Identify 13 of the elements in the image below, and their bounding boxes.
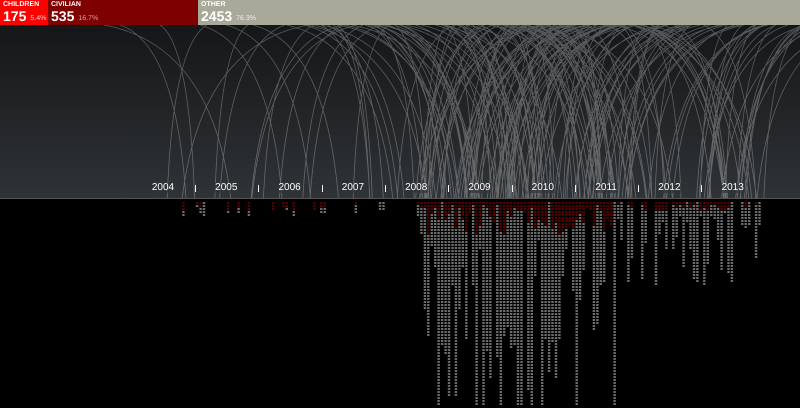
total-count: 535 — [51, 9, 74, 23]
year-label: 2012 — [657, 183, 682, 193]
year-label: 2011 — [594, 183, 618, 193]
year-label: 2006 — [277, 183, 302, 193]
year-label: 2013 — [720, 183, 745, 193]
year-label: 2008 — [404, 183, 428, 193]
year-label: 2009 — [467, 183, 492, 193]
year-label: 2010 — [530, 183, 555, 193]
total-count: 2453 — [201, 9, 232, 23]
year-label: 2005 — [214, 183, 238, 193]
total-count: 175 — [3, 9, 26, 23]
year-label: 2004 — [150, 183, 176, 193]
year-label: 2007 — [340, 183, 366, 193]
